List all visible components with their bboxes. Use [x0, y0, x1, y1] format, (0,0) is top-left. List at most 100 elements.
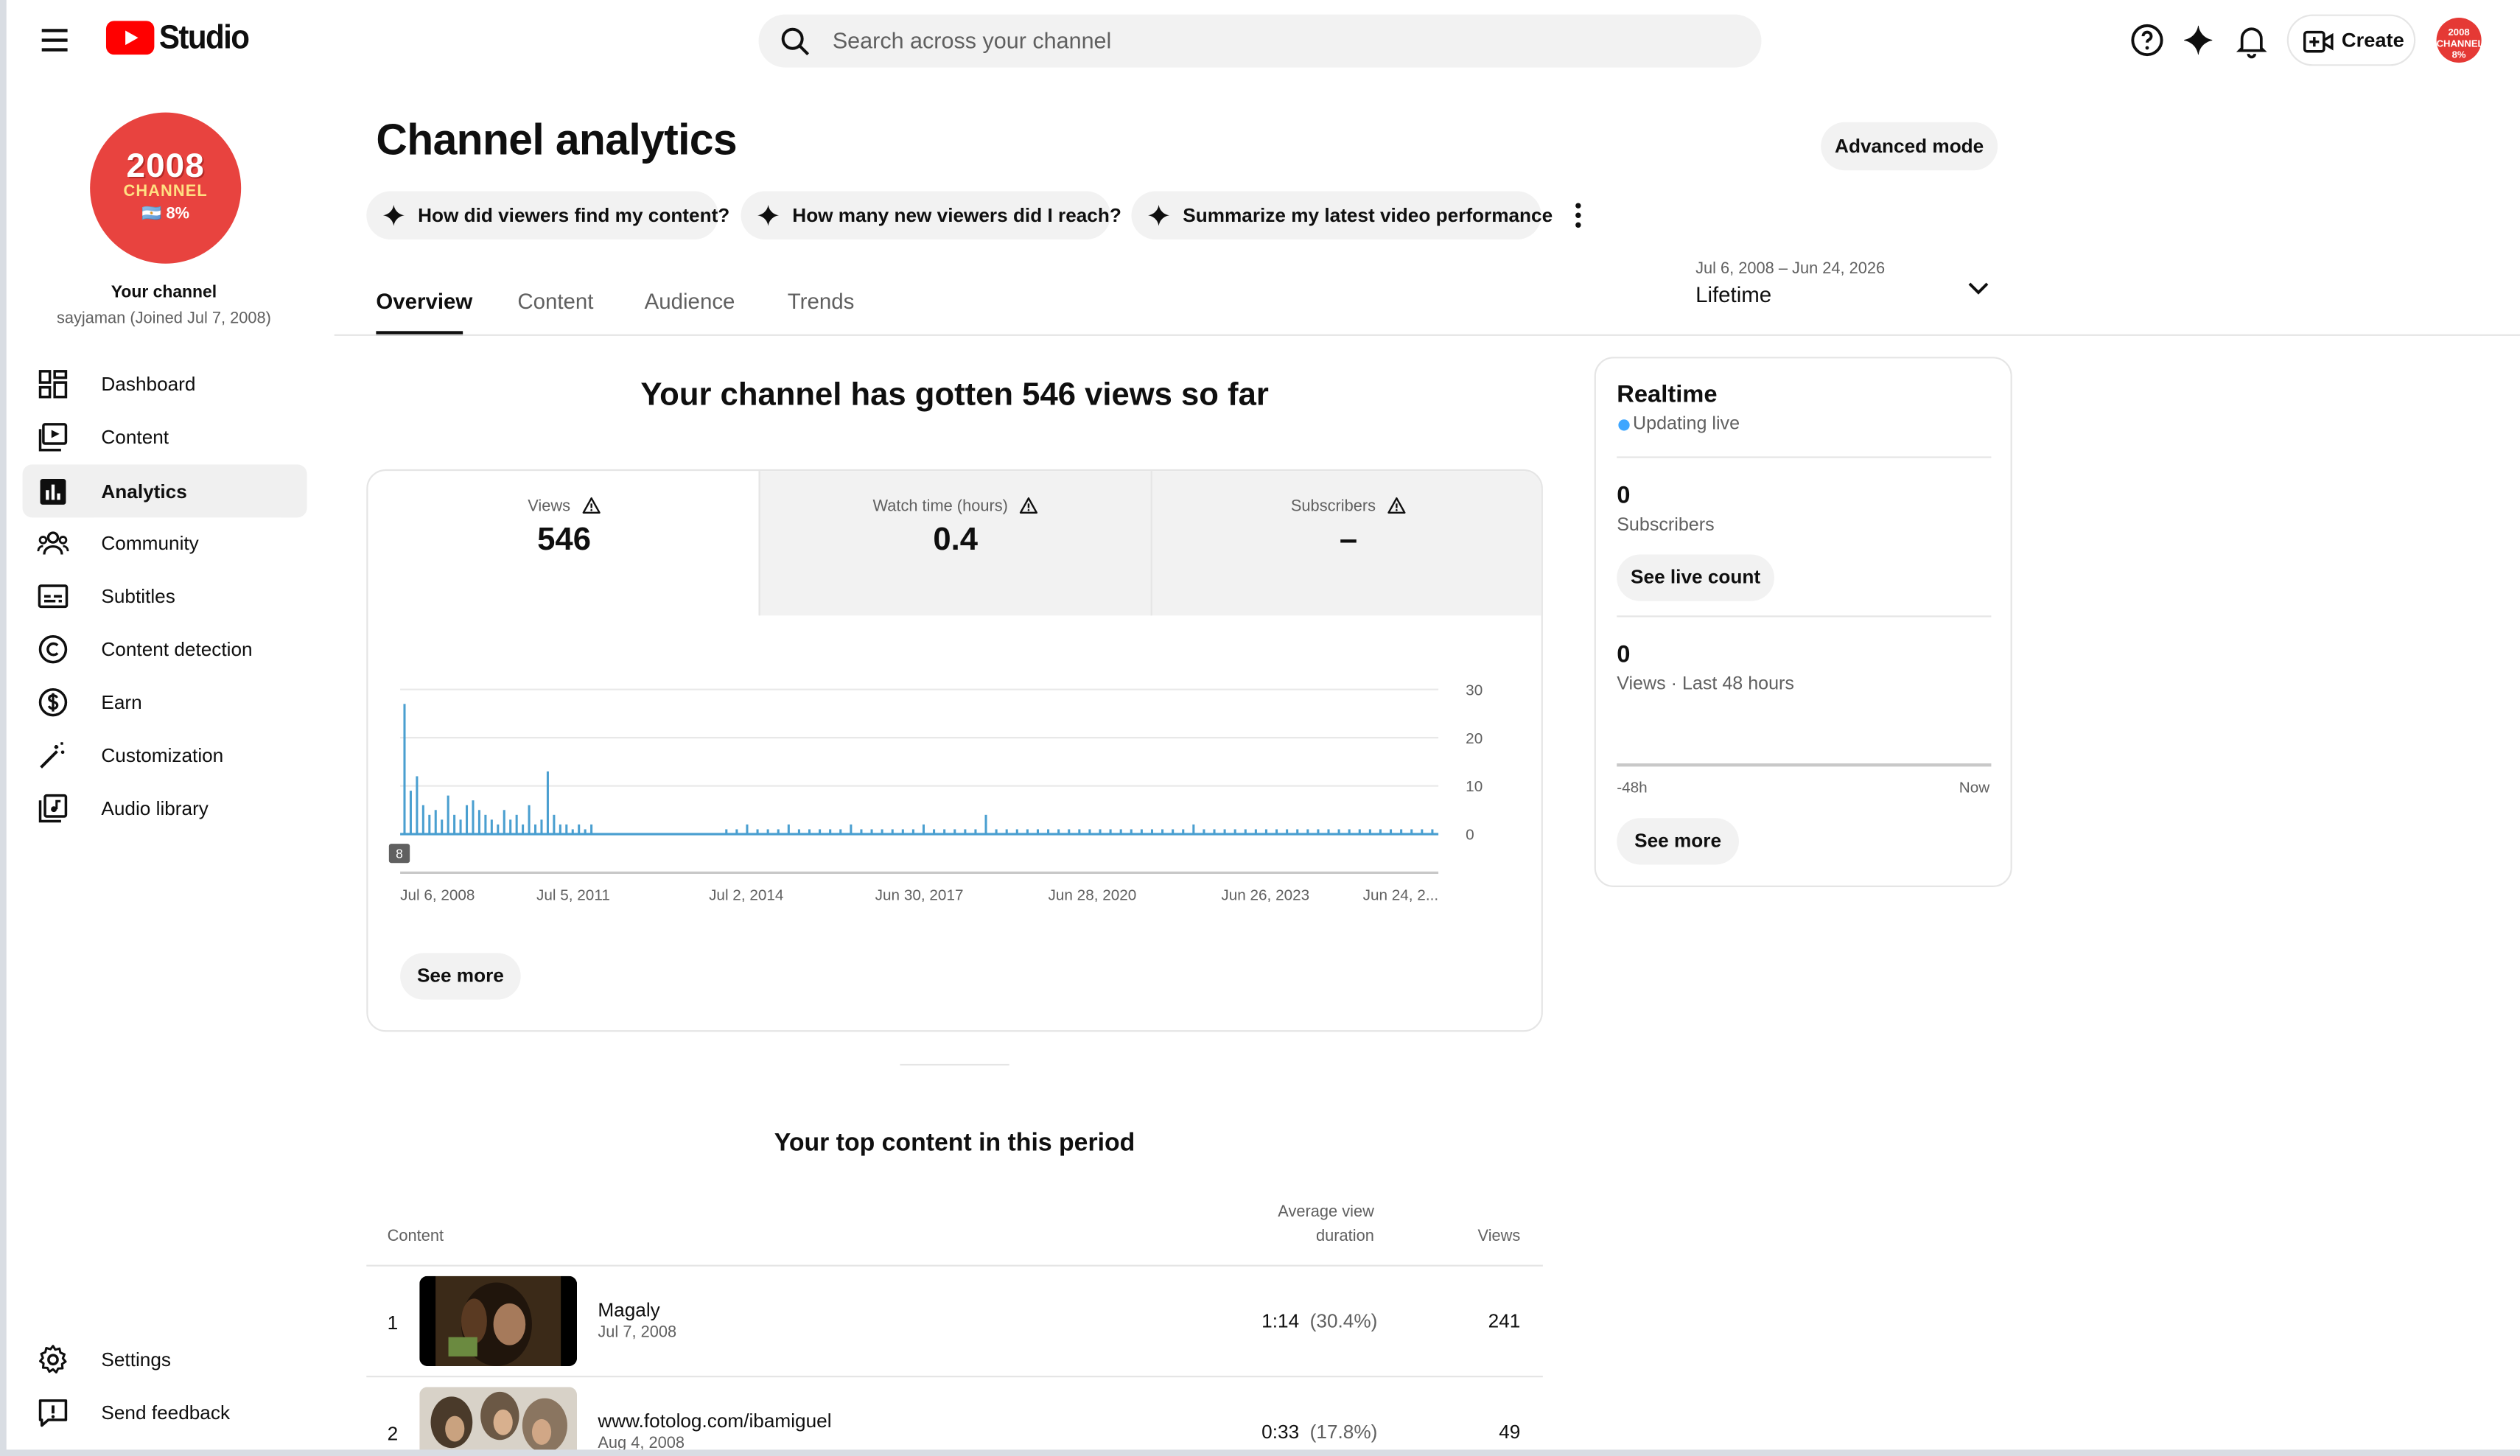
chart-bar: [1109, 829, 1112, 835]
sidebar-item-dashboard[interactable]: Dashboard: [23, 357, 307, 410]
tab-trends[interactable]: Trends: [788, 290, 855, 314]
chart-bar: [403, 704, 406, 835]
gear-icon: [39, 1345, 67, 1373]
date-range-label: Lifetime: [1695, 282, 1772, 307]
row-avg-percent: (30.4%): [1309, 1309, 1378, 1333]
chart-bar: [522, 824, 525, 835]
sidebar-item-audio-library[interactable]: Audio library: [23, 781, 307, 834]
chart-bar: [870, 829, 873, 835]
sidebar-item-community[interactable]: Community: [23, 516, 307, 569]
chart-bar: [1275, 829, 1278, 835]
chart-bar: [477, 810, 480, 835]
account-avatar[interactable]: 2008 CHANNEL 8%: [2436, 17, 2484, 63]
chart-bar: [1296, 829, 1299, 835]
chart-bar: [509, 819, 512, 835]
chart-bar: [943, 829, 946, 835]
live-dot: [1618, 419, 1630, 431]
content-icon: [38, 423, 68, 452]
chart-bar: [1213, 829, 1216, 835]
sidebar-item-settings[interactable]: Settings: [23, 1332, 307, 1385]
views-chart-svg: 30 20 10 0 8 Jul 6, 2008 Jul 5, 2011 Jul 2, 201…: [388, 682, 1483, 903]
metric-value: 0.4: [933, 522, 979, 558]
suggestion-chip-discovery[interactable]: How did viewers find my content?: [366, 191, 729, 239]
chart-bar: [995, 829, 998, 835]
see-more-button[interactable]: See more: [400, 953, 521, 1000]
tab-content[interactable]: Content: [517, 290, 593, 314]
realtime-card: Realtime Updating live 0 Subscribers See…: [1594, 357, 2012, 887]
account-avatar-text: 2008 CHANNEL 8%: [2436, 29, 2484, 61]
chart-bar: [1026, 829, 1029, 835]
channel-avatar[interactable]: 2008 CHANNEL 🇦🇷 8%: [90, 112, 242, 264]
chart-bar: [503, 810, 505, 835]
search-bar[interactable]: Search across your channel: [758, 14, 1762, 68]
sidebar-item-earn[interactable]: Earn: [23, 675, 307, 728]
chart-bar: [1078, 829, 1081, 835]
chart-bar: [578, 824, 581, 835]
sidebar-item-content-detection[interactable]: Content detection: [23, 622, 307, 675]
realtime-views-value: 0: [1617, 641, 1631, 669]
advanced-mode-button[interactable]: Advanced mode: [1821, 122, 1998, 171]
metric-watch-time[interactable]: Watch time (hours) 0.4: [758, 471, 1151, 616]
sparkle-icon[interactable]: [2180, 21, 2218, 59]
chart-bar: [1400, 829, 1403, 835]
metric-value: –: [1339, 522, 1358, 558]
sidebar-item-send-feedback[interactable]: Send feedback: [23, 1385, 307, 1438]
chart-bar: [1233, 829, 1236, 835]
chart-bar: [922, 824, 925, 835]
suggestion-chip-summarize[interactable]: Summarize my latest video performance: [1131, 191, 1553, 239]
create-button[interactable]: Create: [2286, 14, 2416, 66]
metric-subscribers[interactable]: Subscribers –: [1150, 471, 1541, 616]
realtime-see-more-button[interactable]: See more: [1617, 818, 1739, 865]
help-icon[interactable]: [2128, 21, 2166, 59]
dollar-icon: [38, 687, 68, 717]
chart-bar: [984, 814, 987, 835]
chart-bar: [787, 824, 790, 835]
chart-bar: [1119, 829, 1122, 835]
warning-icon: [1019, 497, 1037, 514]
chart-bar: [409, 791, 412, 835]
chart-bar: [490, 819, 493, 835]
chart-bar: [1306, 829, 1309, 835]
column-header-views: Views: [1477, 1228, 1521, 1246]
video-thumbnail[interactable]: [419, 1275, 578, 1366]
divider: [1617, 615, 1992, 617]
tab-overview[interactable]: Overview: [376, 290, 472, 314]
suggestion-chip-new-viewers[interactable]: How many new viewers did I reach?: [741, 191, 1121, 239]
menu-icon[interactable]: [35, 21, 74, 59]
tabs-divider: [334, 334, 2520, 336]
video-thumbnail[interactable]: [419, 1387, 578, 1456]
subtitles-icon: [38, 584, 69, 609]
column-header-avg-duration-1: Average view: [1278, 1203, 1374, 1222]
chart-bar: [540, 819, 543, 835]
sidebar-item-customization[interactable]: Customization: [23, 728, 307, 781]
row-title[interactable]: www.fotolog.com/ibamiguel: [598, 1410, 831, 1432]
chart-bar: [1088, 829, 1091, 835]
notifications-bell-icon[interactable]: [2233, 21, 2271, 59]
sidebar-item-label: Analytics: [101, 480, 187, 503]
chart-bar: [808, 829, 811, 835]
section-divider: [900, 1063, 1009, 1066]
tab-audience[interactable]: Audience: [645, 290, 735, 314]
chart-bar: [1348, 829, 1351, 835]
channel-label: Your channel: [111, 282, 217, 303]
sidebar-item-analytics[interactable]: Analytics: [22, 464, 307, 518]
more-vert-icon[interactable]: [1562, 196, 1595, 234]
sidebar-item-content[interactable]: Content: [23, 410, 307, 463]
chart-bar: [466, 805, 469, 835]
metric-views[interactable]: Views 546: [368, 471, 760, 615]
youtube-logo-icon[interactable]: [105, 21, 155, 55]
chart-bar: [584, 829, 587, 835]
row-avg-time: 1:14: [1261, 1309, 1300, 1333]
sidebar-item-subtitles[interactable]: Subtitles: [23, 569, 307, 622]
see-live-count-button[interactable]: See live count: [1617, 554, 1774, 601]
row-title[interactable]: Magaly: [598, 1298, 659, 1321]
y-tick-label: 20: [1466, 730, 1483, 747]
row-rank: 2: [387, 1422, 399, 1445]
search-icon: [778, 24, 813, 60]
chart-bar: [546, 771, 549, 835]
search-input[interactable]: Search across your channel: [833, 27, 1112, 53]
row-rank: 1: [387, 1311, 399, 1334]
copyright-icon: [38, 634, 68, 664]
analytics-icon: [40, 478, 66, 505]
sidebar-item-label: Earn: [101, 690, 142, 714]
